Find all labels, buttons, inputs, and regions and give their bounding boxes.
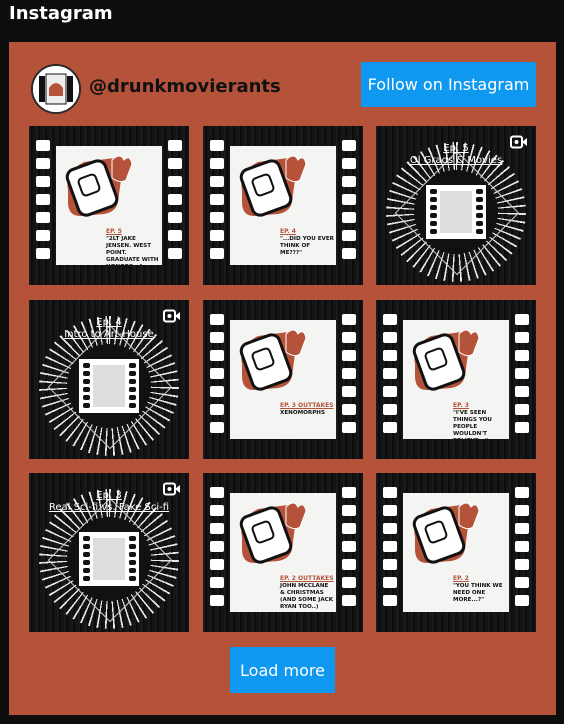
post-artwork: EP. 3 "I'VE SEEN THINGS YOU PEOPLE WOULD…	[403, 320, 509, 444]
mini-film-right	[475, 188, 483, 235]
film-strip-right	[341, 314, 357, 445]
film-strip-right	[514, 487, 530, 618]
artwork-hand-phone-icon	[412, 329, 480, 391]
mini-film-right	[128, 535, 136, 582]
video-post-tile[interactable]: Ep. 3 Real Sci-fi vs. Fake Sci-fi	[29, 473, 189, 632]
film-strip-left	[209, 314, 225, 445]
video-post-tile[interactable]: Ep. 4 Intro to Art-House	[29, 300, 189, 459]
post-episode: EP. 5	[106, 228, 122, 235]
image-post-tile[interactable]: EP. 4 "...DID YOU EVER THINK OF ME???"	[203, 126, 363, 285]
post-episode: EP. 2	[453, 575, 469, 582]
post-artwork: EP. 5 "2LT JAKE JENSEN. WEST POINT. GRAD…	[56, 146, 162, 270]
artwork-hand-phone-icon	[65, 155, 133, 217]
section-title: Instagram	[9, 3, 113, 24]
film-strip-right	[167, 140, 183, 271]
post-artwork: EP. 4 "...DID YOU EVER THINK OF ME???"	[230, 146, 336, 265]
film-strip-right	[514, 314, 530, 445]
mini-film-left	[82, 535, 90, 582]
post-caption: XENOMORPHS	[280, 410, 326, 416]
post-caption: "...DID YOU EVER THINK OF ME???"	[280, 236, 334, 256]
artwork-hand-phone-icon	[239, 329, 307, 391]
film-strip-left	[382, 487, 398, 618]
mini-artwork	[93, 537, 125, 580]
post-caption: "I'VE SEEN THINGS YOU PEOPLE WOULDN'T BE…	[453, 410, 492, 444]
mini-artwork	[440, 190, 472, 233]
film-strip-left	[382, 314, 398, 445]
post-artwork: EP. 2 "YOU THINK WE NEED ONE MORE...?"	[403, 493, 509, 612]
video-camera-icon	[163, 309, 180, 323]
post-caption: "2LT JAKE JENSEN. WEST POINT. GRADUATE W…	[106, 236, 159, 270]
image-post-tile[interactable]: EP. 5 "2LT JAKE JENSEN. WEST POINT. GRAD…	[29, 126, 189, 285]
film-strip-left	[209, 487, 225, 618]
post-artwork: EP. 3 OUTTAKES XENOMORPHS	[230, 320, 336, 439]
avatar-logo-icon	[33, 66, 79, 112]
film-strip-left	[209, 140, 225, 271]
image-post-tile[interactable]: EP. 3 "I'VE SEEN THINGS YOU PEOPLE WOULD…	[376, 300, 536, 459]
post-episode: EP. 2 OUTTAKES	[280, 575, 334, 582]
profile-username[interactable]: @drunkmovierants	[89, 76, 281, 97]
artwork-hand-phone-icon	[412, 502, 480, 564]
mini-film-left	[82, 362, 90, 409]
image-post-tile[interactable]: EP. 3 OUTTAKES XENOMORPHS	[203, 300, 363, 459]
film-strip-left	[35, 140, 51, 271]
artwork-hand-phone-icon	[239, 155, 307, 217]
post-caption: "YOU THINK WE NEED ONE MORE...?"	[453, 583, 503, 603]
post-caption: JOHN MCCLANE & CHRISTMAS (AND SOME JACK …	[280, 583, 334, 610]
post-episode: EP. 3 OUTTAKES	[280, 402, 334, 409]
mini-artwork	[93, 364, 125, 407]
mini-film-logo	[79, 531, 139, 586]
post-artwork: EP. 2 OUTTAKES JOHN MCCLANE & CHRISTMAS …	[230, 493, 336, 612]
load-more-button[interactable]: Load more	[230, 647, 335, 693]
profile-avatar[interactable]	[31, 64, 81, 114]
mini-film-logo	[79, 358, 139, 413]
follow-button[interactable]: Follow on Instagram	[361, 62, 536, 107]
film-strip-right	[341, 487, 357, 618]
video-camera-icon	[510, 135, 527, 149]
mini-film-logo	[426, 184, 486, 239]
instagram-feed-widget: @drunkmovierants Follow on Instagram EP.…	[9, 42, 556, 715]
artwork-hand-phone-icon	[239, 502, 307, 564]
post-episode: EP. 4	[280, 228, 296, 235]
mini-film-left	[429, 188, 437, 235]
post-episode: EP. 3	[453, 402, 469, 409]
image-post-tile[interactable]: EP. 2 OUTTAKES JOHN MCCLANE & CHRISTMAS …	[203, 473, 363, 632]
film-strip-right	[341, 140, 357, 271]
image-post-tile[interactable]: EP. 2 "YOU THINK WE NEED ONE MORE...?"	[376, 473, 536, 632]
mini-film-right	[128, 362, 136, 409]
video-camera-icon	[163, 482, 180, 496]
video-post-tile[interactable]: Ep. 5 Ol Grads & Movies	[376, 126, 536, 285]
